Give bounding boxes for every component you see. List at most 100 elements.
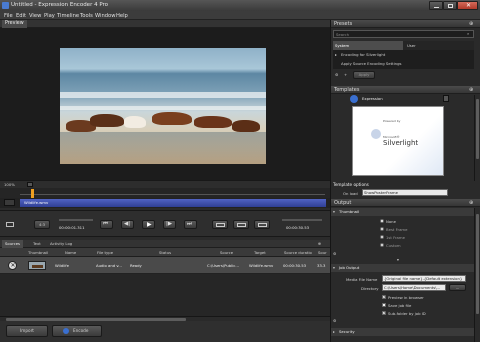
- media-tabs: Sources Text Activity Log ⊕: [0, 240, 330, 248]
- remove-item-button[interactable]: ✕: [8, 261, 17, 270]
- menu-bar: File Edit View Play Timeline Tools Windo…: [0, 11, 480, 20]
- pin-icon[interactable]: ⊕: [469, 86, 473, 94]
- timeline-clip[interactable]: Wildlife.wmv: [20, 199, 326, 207]
- gear-icon[interactable]: ⚙: [333, 251, 336, 256]
- fit-button[interactable]: [4, 220, 16, 229]
- play-button[interactable]: ▶: [142, 220, 155, 229]
- video-frame[interactable]: [60, 48, 266, 164]
- pin-icon[interactable]: ⊕: [469, 199, 473, 207]
- go-to-start-button[interactable]: ⏮: [100, 220, 113, 229]
- job-output-section-header[interactable]: ▾ Job Output: [331, 264, 474, 272]
- templates-scrollbar[interactable]: [474, 95, 479, 181]
- playhead-marker[interactable]: [31, 189, 34, 198]
- end-timecode-display: 00:00:30.53: [280, 218, 326, 232]
- expand-icon: ▸: [333, 329, 335, 334]
- security-section-header[interactable]: ▸ Security: [331, 328, 474, 336]
- save-job-file-checkbox[interactable]: [382, 303, 386, 307]
- col-name[interactable]: Name: [65, 250, 76, 255]
- media-file-name-label: Media File Name: [346, 277, 378, 282]
- zoom-level[interactable]: 100%: [4, 182, 15, 187]
- go-to-end-button[interactable]: ⏭: [184, 220, 197, 229]
- thumb-brand: Silverlight: [383, 139, 419, 147]
- split-button[interactable]: [212, 220, 228, 229]
- close-icon: ✕: [10, 262, 16, 269]
- output-scroll-thumb[interactable]: [476, 214, 479, 314]
- pin-icon[interactable]: ⊕: [469, 20, 473, 28]
- preset-item[interactable]: Apply Source Encoding Settings: [341, 61, 401, 66]
- next-frame-button[interactable]: |▶: [163, 220, 176, 229]
- add-icon[interactable]: +: [344, 72, 347, 77]
- expand-icon[interactable]: ▸: [335, 52, 337, 57]
- tab-user[interactable]: User: [405, 41, 473, 50]
- search-icon: ⌕: [467, 31, 470, 36]
- menu-view[interactable]: View: [29, 13, 41, 19]
- preset-group[interactable]: Encoding for Silverlight: [341, 52, 385, 57]
- add-trailer-button[interactable]: [254, 220, 270, 229]
- menu-window[interactable]: Window: [95, 13, 115, 19]
- gear-icon[interactable]: ⚙: [333, 318, 336, 323]
- directory-field[interactable]: C:\Users\Home\Documents\...: [382, 284, 446, 291]
- tab-sources[interactable]: Sources: [2, 240, 24, 248]
- radio-best-frame[interactable]: [380, 227, 384, 231]
- expand-more-icon[interactable]: ▾: [397, 257, 399, 262]
- output-scrollbar[interactable]: [474, 208, 479, 342]
- apply-button[interactable]: Apply: [353, 71, 375, 79]
- tab-system[interactable]: System: [333, 41, 403, 50]
- subfolder-checkbox[interactable]: ✓: [382, 310, 387, 315]
- col-target[interactable]: Target: [254, 250, 266, 255]
- media-file-name-field[interactable]: {Original file name}.{Default extension}: [382, 275, 466, 282]
- menu-help[interactable]: Help: [116, 13, 128, 19]
- close-button[interactable]: ✕: [457, 1, 478, 10]
- media-file-name-value: {Original file name}.{Default extension}: [384, 276, 463, 281]
- presets-tabs: System User: [333, 41, 474, 50]
- timeline-ruler[interactable]: [0, 188, 330, 198]
- col-status[interactable]: Status: [159, 250, 171, 255]
- gear-icon[interactable]: ⚙: [335, 72, 338, 77]
- track-toggle[interactable]: [4, 199, 15, 206]
- presets-search-input[interactable]: Search ⌕: [333, 30, 474, 38]
- zoom-dropdown[interactable]: [27, 182, 33, 187]
- col-source-extra[interactable]: Sour: [318, 250, 327, 255]
- menu-file[interactable]: File: [4, 13, 13, 19]
- template-selector[interactable]: Expression: [350, 95, 450, 103]
- menu-play[interactable]: Play: [44, 13, 55, 19]
- encode-button[interactable]: Encode: [52, 325, 102, 337]
- directory-value: C:\Users\Home\Documents\...: [384, 285, 441, 290]
- minimize-button[interactable]: [429, 1, 443, 10]
- on-load-select[interactable]: ShowPosterFrame: [362, 189, 448, 196]
- security-title: Security: [339, 329, 355, 334]
- menu-timeline[interactable]: Timeline: [57, 13, 79, 19]
- radio-first-frame[interactable]: [380, 235, 384, 239]
- radio-custom[interactable]: [380, 243, 384, 247]
- col-file-type[interactable]: File type: [97, 250, 113, 255]
- radio-none[interactable]: [380, 219, 384, 223]
- menu-edit[interactable]: Edit: [16, 13, 26, 19]
- add-leader-button[interactable]: [233, 220, 249, 229]
- templates-scroll-thumb[interactable]: [476, 99, 479, 159]
- transport-bar: 4:3 00:00:01.311 ⏮ ◀| ▶ |▶ ⏭ 00:00:30.53: [0, 210, 330, 237]
- preview-header: Preview: [0, 20, 330, 28]
- thumbnail-section-header[interactable]: ▾ Thumbnail: [331, 208, 474, 216]
- preview-in-browser-checkbox[interactable]: ✓: [382, 294, 386, 299]
- browse-button[interactable]: ...: [449, 284, 466, 291]
- col-source[interactable]: Source: [220, 250, 233, 255]
- menu-tools[interactable]: Tools: [80, 13, 93, 19]
- tab-activity-log[interactable]: Activity Log: [50, 240, 72, 248]
- col-thumbnail[interactable]: Thumbnail: [28, 250, 48, 255]
- check-icon: ✓: [383, 310, 387, 315]
- templates-title: Templates: [334, 87, 360, 93]
- previous-frame-button[interactable]: ◀|: [121, 220, 134, 229]
- white-horse-shape: [124, 116, 146, 128]
- col-source-duration[interactable]: Source duratio: [284, 250, 312, 255]
- table-row[interactable]: ✕ Wildlife Audio and v... Ready C:\Users…: [0, 257, 330, 274]
- import-button[interactable]: Import: [6, 325, 48, 337]
- tab-text[interactable]: Text: [33, 240, 41, 248]
- skip-forward-icon: ⏭: [187, 221, 192, 227]
- maximize-button[interactable]: [443, 1, 457, 10]
- presets-title: Presets: [334, 21, 353, 27]
- pin-icon[interactable]: ⊕: [318, 240, 321, 248]
- row-target: Wildlife.wmv: [249, 263, 274, 268]
- template-dropdown[interactable]: [443, 95, 449, 102]
- aspect-ratio-button[interactable]: 4:3: [34, 220, 50, 229]
- preview-tab[interactable]: Preview: [2, 20, 27, 28]
